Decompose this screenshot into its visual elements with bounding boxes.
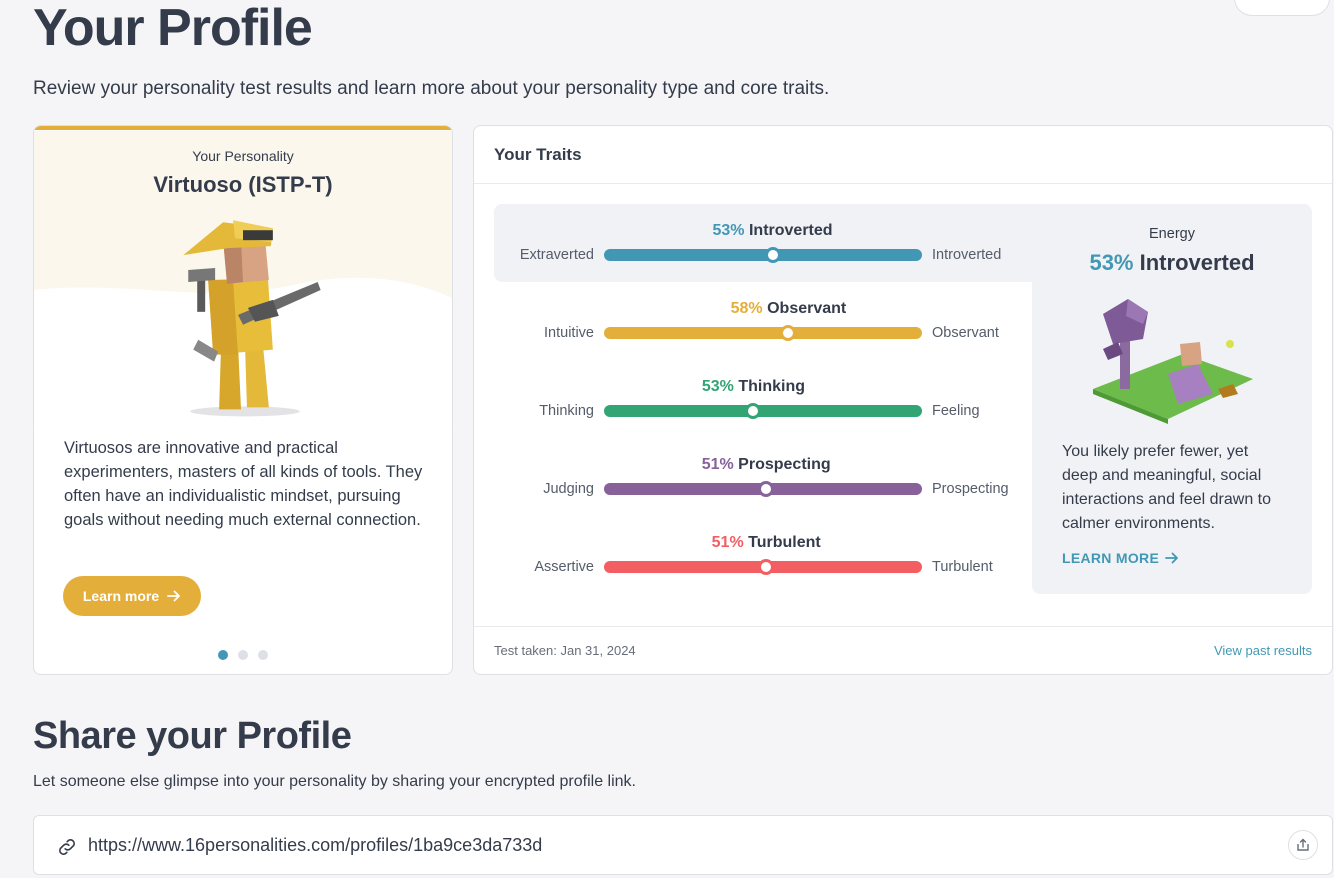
energy-percent: 53% bbox=[1089, 250, 1134, 275]
learn-more-label: Learn more bbox=[82, 588, 160, 604]
learn-more-button[interactable]: Learn more bbox=[63, 576, 201, 616]
traits-footer: Test taken: Jan 31, 2024 View past resul… bbox=[474, 626, 1332, 674]
trait-title: 51% Prospecting bbox=[702, 456, 831, 474]
introvert-illustration bbox=[1093, 299, 1253, 424]
trait-left-label: Intuitive bbox=[544, 325, 594, 341]
trait-right-label: Turbulent bbox=[932, 559, 993, 575]
energy-description: You likely prefer fewer, yet deep and me… bbox=[1062, 443, 1272, 532]
trait-bar bbox=[604, 325, 922, 341]
carousel-dot[interactable] bbox=[238, 650, 248, 660]
link-icon bbox=[59, 839, 75, 855]
trait-right-label: Feeling bbox=[932, 403, 980, 419]
personality-type: Virtuoso (ISTP-T) bbox=[153, 172, 333, 197]
trait-marker bbox=[780, 325, 797, 341]
trait-percent: 58% bbox=[730, 300, 763, 317]
trait-marker bbox=[758, 559, 775, 575]
share-icon bbox=[1297, 838, 1309, 851]
trait-name: Introverted bbox=[748, 222, 833, 239]
trait-row[interactable]: 53% Thinking Thinking Feeling bbox=[494, 360, 1034, 438]
trait-bar bbox=[604, 481, 922, 497]
top-right-button[interactable] bbox=[1234, 0, 1330, 16]
personality-label: Your Personality bbox=[192, 148, 294, 164]
view-past-results-link[interactable]: View past results bbox=[1214, 643, 1312, 658]
energy-label: Energy bbox=[1149, 226, 1195, 242]
trait-percent: 51% bbox=[711, 534, 744, 551]
share-url[interactable]: https://www.16personalities.com/profiles… bbox=[88, 835, 542, 856]
trait-right-label: Introverted bbox=[932, 247, 1002, 263]
carousel-dot[interactable] bbox=[258, 650, 268, 660]
arrow-right-icon bbox=[1165, 552, 1179, 564]
trait-right-label: Observant bbox=[932, 325, 999, 341]
trait-row[interactable]: 51% Prospecting Judging Prospecting bbox=[494, 438, 1034, 516]
trait-row[interactable]: 51% Turbulent Assertive Turbulent bbox=[494, 516, 1034, 594]
traits-card: Your Traits 53% Introverted Extraverted In… bbox=[473, 125, 1333, 675]
page-subtitle: Review your personality test results and… bbox=[33, 78, 830, 99]
energy-value: 53% Introverted bbox=[1032, 250, 1312, 276]
trait-percent: 53% bbox=[712, 222, 745, 239]
trait-row[interactable]: 53% Introverted Extraverted Introverted bbox=[494, 204, 1034, 282]
energy-learn-more-link[interactable]: LEARN MORE bbox=[1062, 550, 1179, 566]
share-link-box[interactable]: https://www.16personalities.com/profiles… bbox=[33, 815, 1333, 875]
share-title: Share your Profile bbox=[33, 715, 352, 757]
trait-bar bbox=[604, 247, 922, 263]
trait-left-label: Extraverted bbox=[519, 247, 594, 263]
carousel-dot[interactable] bbox=[218, 650, 228, 660]
personality-card: Your Personality Virtuoso (ISTP-T) Virtu… bbox=[33, 125, 453, 675]
share-subtitle: Let someone else glimpse into your perso… bbox=[33, 773, 636, 790]
page-title: Your Profile bbox=[33, 0, 313, 57]
trait-name: Turbulent bbox=[748, 534, 821, 551]
trait-name: Prospecting bbox=[738, 456, 831, 473]
test-date: Test taken: Jan 31, 2024 bbox=[494, 643, 636, 658]
trait-percent: 53% bbox=[701, 378, 734, 395]
trait-left-label: Assertive bbox=[534, 559, 594, 575]
trait-left-label: Thinking bbox=[539, 403, 594, 419]
trait-title: 51% Turbulent bbox=[712, 534, 821, 552]
trait-bar bbox=[604, 403, 922, 419]
arrow-right-icon bbox=[167, 590, 181, 602]
personality-description: Virtuosos are innovative and practical e… bbox=[64, 439, 423, 529]
trait-left-label: Judging bbox=[543, 481, 594, 497]
energy-panel: Energy 53% Introverted You likely prefer… bbox=[1032, 204, 1312, 594]
trait-marker bbox=[745, 403, 762, 419]
trait-name: Observant bbox=[767, 300, 847, 317]
trait-right-label: Prospecting bbox=[932, 481, 1009, 497]
trait-name: Thinking bbox=[738, 378, 806, 395]
energy-name: Introverted bbox=[1139, 250, 1255, 275]
trait-title: 53% Thinking bbox=[702, 378, 805, 396]
trait-row[interactable]: 58% Observant Intuitive Observant bbox=[494, 282, 1034, 360]
share-button[interactable] bbox=[1288, 830, 1318, 860]
carousel-dots bbox=[34, 650, 452, 660]
trait-title: 53% Introverted bbox=[713, 222, 833, 240]
traits-title: Your Traits bbox=[474, 126, 1332, 184]
trait-percent: 51% bbox=[701, 456, 734, 473]
trait-title: 58% Observant bbox=[731, 300, 847, 318]
trait-marker bbox=[764, 247, 781, 263]
trait-marker bbox=[758, 481, 775, 497]
energy-learn-more-label: LEARN MORE bbox=[1062, 550, 1160, 566]
trait-bar bbox=[604, 559, 922, 575]
